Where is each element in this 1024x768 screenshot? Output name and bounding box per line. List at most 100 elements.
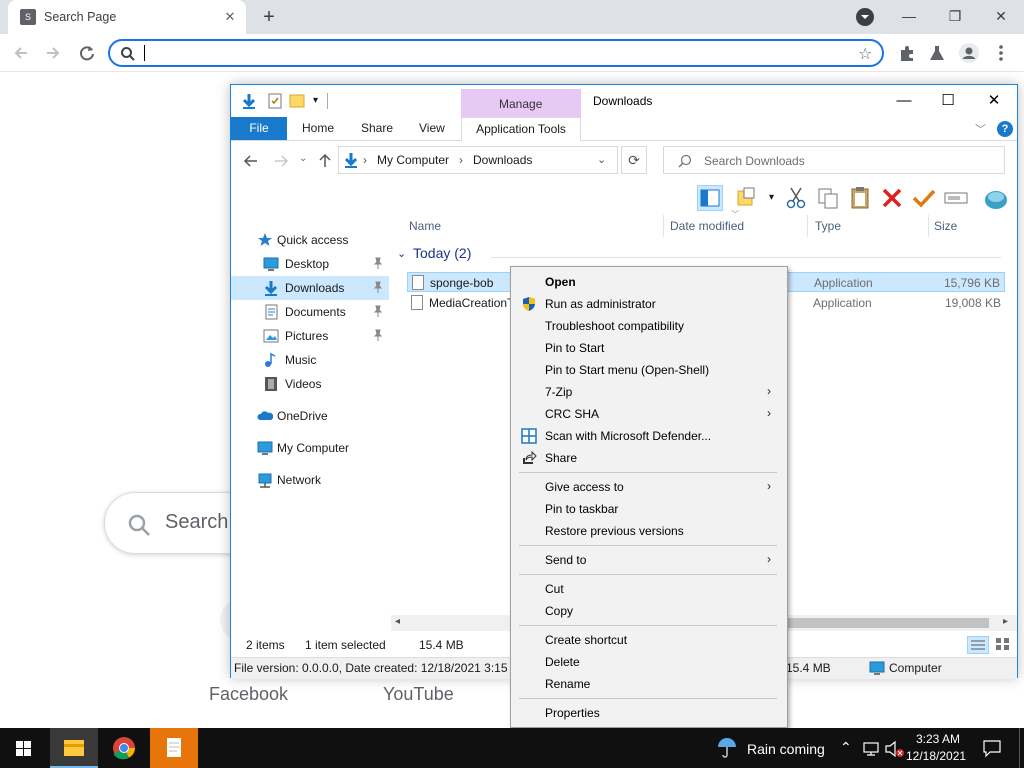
menu-item-copy[interactable]: Copy	[513, 600, 785, 622]
ribbon-tab-share[interactable]: Share	[361, 121, 393, 135]
nav-quick-access[interactable]: Quick access	[231, 228, 389, 252]
shortcut-youtube[interactable]: YouTube	[383, 684, 454, 705]
breadcrumb-my-computer[interactable]: My Computer	[377, 153, 449, 167]
weather-text[interactable]: Rain coming	[747, 741, 825, 757]
labs-flask-icon[interactable]	[926, 42, 948, 64]
ribbon-tab-file[interactable]: File	[231, 117, 287, 140]
forward-arrow-icon[interactable]	[42, 42, 64, 64]
taskbar-chrome-icon[interactable]	[100, 728, 148, 768]
ribbon-tab-view[interactable]: View	[419, 121, 445, 135]
details-view-icon[interactable]	[967, 636, 989, 654]
nav-music[interactable]: Music	[231, 348, 389, 372]
customize-toolbar-dropdown-icon[interactable]: ▾	[313, 95, 318, 106]
nav-network[interactable]: Network	[231, 468, 389, 492]
explorer-minimize-button[interactable]: —	[881, 89, 927, 113]
nav-documents[interactable]: Documents	[231, 300, 389, 324]
group-header-today[interactable]: Today (2)	[413, 245, 471, 261]
taskbar-file-explorer-icon[interactable]	[50, 728, 98, 768]
rename-icon[interactable]	[943, 185, 969, 211]
menu-item-share[interactable]: Share	[513, 447, 785, 469]
menu-item-restore-previous-versions[interactable]: Restore previous versions	[513, 520, 785, 542]
shell-globe-icon[interactable]	[983, 185, 1009, 211]
browser-close-button[interactable]: ✕	[978, 4, 1024, 28]
preview-pane-icon[interactable]	[697, 185, 723, 211]
back-arrow-icon[interactable]	[10, 42, 32, 64]
menu-item-give-access-to[interactable]: Give access to ›	[513, 476, 785, 498]
bookmark-star-icon[interactable]: ☆	[858, 44, 872, 64]
tab-search-icon[interactable]	[856, 8, 874, 26]
explorer-address-bar[interactable]: › My Computer › Downloads ⌄	[338, 146, 618, 174]
show-hidden-icons-chevron-icon[interactable]: ⌃	[840, 739, 852, 756]
scroll-left-arrow-icon[interactable]: ◂	[395, 616, 400, 627]
menu-item-send-to[interactable]: Send to ›	[513, 549, 785, 571]
nav-downloads[interactable]: Downloads	[231, 276, 389, 300]
browser-minimize-button[interactable]: —	[886, 4, 932, 28]
nav-videos[interactable]: Videos	[231, 372, 389, 396]
menu-item-pin-to-start[interactable]: Pin to Start	[513, 337, 785, 359]
column-header-type[interactable]: Type	[815, 219, 841, 233]
column-divider[interactable]	[928, 215, 929, 237]
column-header-date-modified[interactable]: Date modified	[670, 219, 744, 233]
taskbar-notepad-icon[interactable]	[150, 728, 198, 768]
view-options-dropdown-icon[interactable]: ▾	[769, 192, 774, 203]
menu-item-create-shortcut[interactable]: Create shortcut	[513, 629, 785, 651]
manage-tab-label[interactable]: Manage	[499, 97, 542, 111]
new-tab-button[interactable]: +	[258, 6, 280, 28]
explorer-maximize-button[interactable]: ☐	[925, 89, 971, 113]
explorer-close-button[interactable]: ✕	[971, 89, 1017, 113]
weather-umbrella-icon[interactable]	[716, 737, 738, 759]
nav-onedrive[interactable]: OneDrive	[231, 404, 389, 428]
checkmark-icon[interactable]	[911, 185, 937, 211]
notifications-icon[interactable]	[982, 738, 1002, 758]
reload-icon[interactable]	[76, 42, 98, 64]
group-collapse-chevron-icon[interactable]: ⌄	[397, 247, 406, 260]
profile-avatar-icon[interactable]	[958, 42, 980, 64]
menu-item-delete[interactable]: Delete	[513, 651, 785, 673]
explorer-back-icon[interactable]	[243, 153, 259, 169]
browser-tab[interactable]: S Search Page ✕	[8, 0, 246, 34]
clock-time[interactable]: 3:23 AM	[916, 732, 960, 746]
menu-item-properties[interactable]: Properties	[513, 702, 785, 724]
large-icons-view-icon[interactable]	[993, 636, 1013, 654]
recent-locations-chevron-icon[interactable]: ⌄	[299, 153, 307, 164]
column-header-size[interactable]: Size	[934, 219, 957, 233]
refresh-icon[interactable]: ⟳	[621, 146, 647, 174]
address-bar-input[interactable]: ☆	[108, 39, 884, 67]
properties-checkbox-icon[interactable]	[267, 93, 283, 109]
column-divider[interactable]	[663, 215, 664, 237]
menu-item-pin-to-start-openshell[interactable]: Pin to Start menu (Open-Shell)	[513, 359, 785, 381]
chrome-menu-icon[interactable]	[990, 42, 1012, 64]
menu-item-rename[interactable]: Rename	[513, 673, 785, 695]
address-history-chevron-icon[interactable]: ⌄	[597, 153, 606, 166]
start-windows-icon[interactable]	[0, 728, 48, 768]
copy-icon[interactable]	[815, 185, 841, 211]
menu-item-crc-sha[interactable]: CRC SHA ›	[513, 403, 785, 425]
menu-item-run-as-administrator[interactable]: Run as administrator	[513, 293, 785, 315]
view-options-icon[interactable]	[735, 185, 761, 211]
tab-close-icon[interactable]: ✕	[222, 9, 238, 25]
show-desktop-button[interactable]	[1019, 728, 1020, 768]
nav-desktop[interactable]: Desktop	[231, 252, 389, 276]
delete-x-icon[interactable]	[879, 185, 905, 211]
paste-clipboard-icon[interactable]	[847, 185, 873, 211]
scroll-right-arrow-icon[interactable]: ▸	[1003, 616, 1008, 627]
ribbon-tab-application-tools[interactable]: Application Tools	[461, 117, 581, 141]
cut-scissors-icon[interactable]	[783, 185, 809, 211]
up-arrow-icon[interactable]	[317, 153, 333, 169]
network-tray-icon[interactable]	[862, 739, 882, 759]
breadcrumb-downloads[interactable]: Downloads	[473, 153, 532, 167]
volume-muted-icon[interactable]	[884, 739, 906, 759]
nav-my-computer[interactable]: My Computer	[231, 436, 389, 460]
help-icon[interactable]: ?	[997, 121, 1013, 137]
column-divider[interactable]	[807, 215, 808, 237]
menu-item-open[interactable]: Open	[513, 271, 785, 293]
search-downloads-input[interactable]: Search Downloads	[663, 146, 1005, 174]
menu-item-scan-defender[interactable]: Scan with Microsoft Defender...	[513, 425, 785, 447]
menu-item-7zip[interactable]: 7-Zip ›	[513, 381, 785, 403]
menu-item-cut[interactable]: Cut	[513, 578, 785, 600]
column-header-name[interactable]: Name	[409, 219, 441, 233]
browser-restore-button[interactable]: ❐	[932, 4, 978, 28]
menu-item-troubleshoot-compatibility[interactable]: Troubleshoot compatibility	[513, 315, 785, 337]
nav-pictures[interactable]: Pictures	[231, 324, 389, 348]
new-folder-icon[interactable]	[289, 93, 305, 109]
